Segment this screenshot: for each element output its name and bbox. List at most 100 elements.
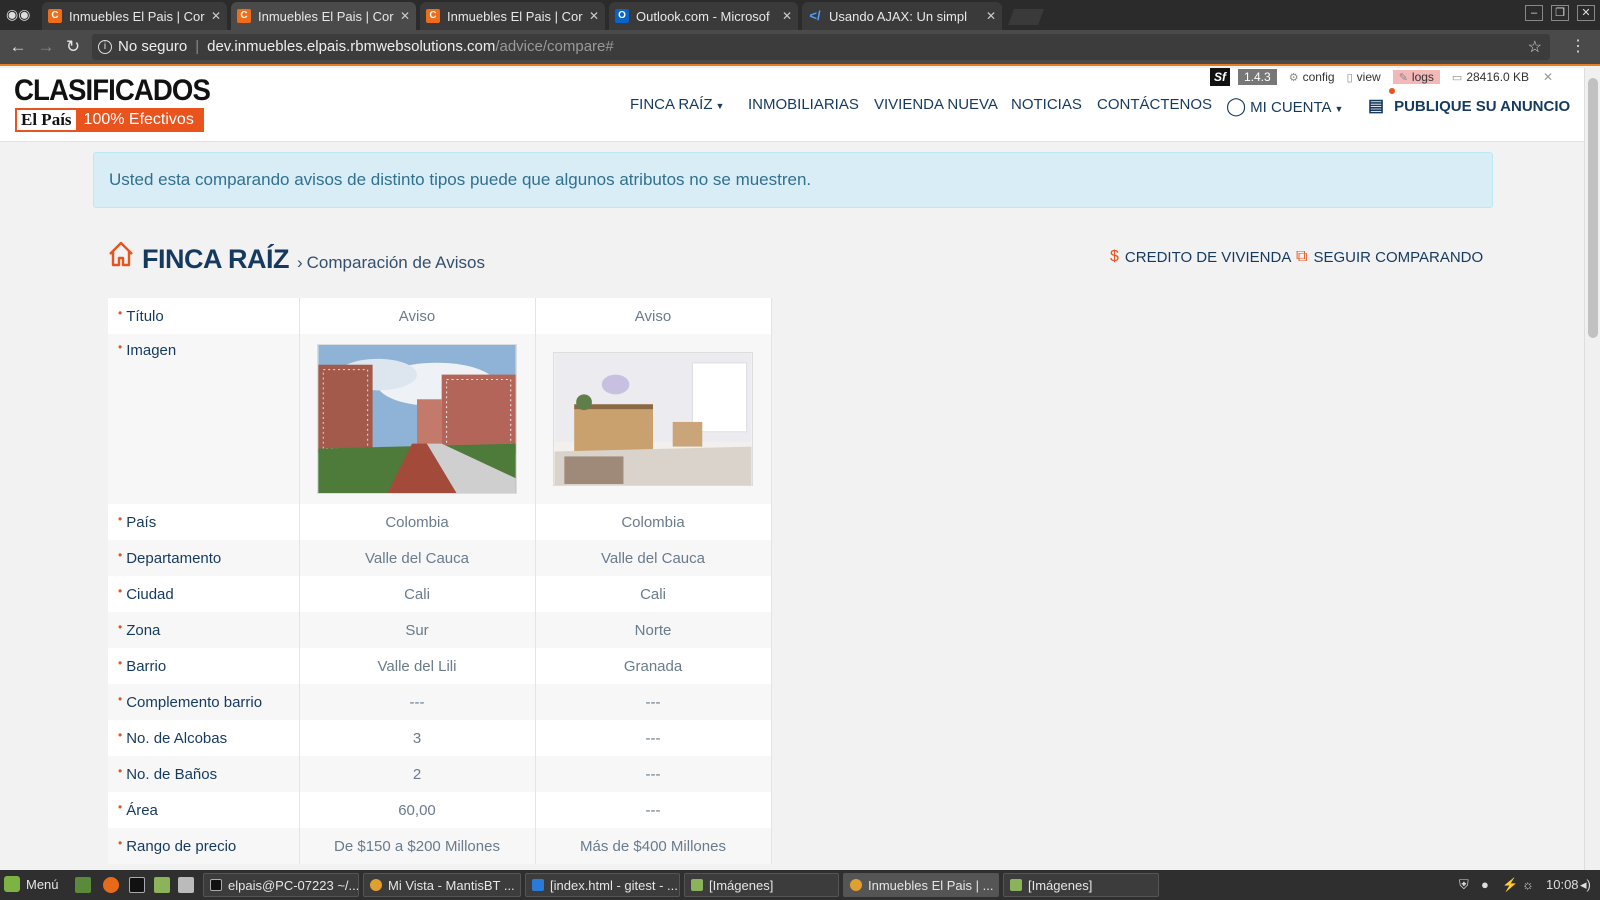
clock[interactable]: 10:08 (1546, 877, 1579, 892)
dollar-icon: $ (1110, 248, 1119, 265)
restore-window-icon[interactable]: ❐ (1551, 5, 1569, 21)
start-menu-button[interactable]: Menú (4, 876, 59, 892)
page-title[interactable]: FINCA RAÍZ (142, 244, 289, 275)
table-row: • País Colombia Colombia (108, 504, 772, 540)
close-tab-icon[interactable]: ✕ (986, 9, 996, 23)
site-logo[interactable]: CLASIFICADOS (14, 74, 211, 108)
volume-icon[interactable]: ◂) (1580, 877, 1591, 893)
tab-title: Inmuebles El Pais | Cor (447, 8, 583, 24)
bookmark-star-icon[interactable]: ☆ (1528, 37, 1542, 57)
cell-title-2[interactable]: Aviso (535, 298, 772, 334)
show-desktop-icon[interactable] (75, 877, 91, 893)
task-mantis[interactable]: Mi Vista - MantisBT ... (363, 873, 521, 897)
task-label: Inmuebles El Pais | ... (868, 877, 994, 893)
nav-publique-anuncio[interactable]: ▤ PUBLIQUE SU ANUNCIO (1368, 96, 1570, 116)
symfony-logo[interactable]: Sf (1210, 68, 1230, 86)
cell-value: Sur (299, 612, 536, 648)
minimize-window-icon[interactable]: – (1525, 5, 1543, 21)
url-host: dev.inmuebles.elpais.rbmwebsolutions.com (207, 38, 496, 55)
folder-icon[interactable] (154, 877, 170, 893)
table-row: • Área 60,00 --- (108, 792, 772, 828)
sf-view[interactable]: ▯ view (1347, 70, 1381, 84)
browser-menu-icon[interactable]: ⋮ (1570, 36, 1586, 56)
close-tab-icon[interactable]: ✕ (589, 9, 599, 23)
close-tab-icon[interactable]: ✕ (400, 9, 410, 23)
nav-finca-raiz[interactable]: FINCA RAÍZ ▼ (630, 96, 724, 113)
web-page: CLASIFICADOS El País 100% Efectivos FINC… (0, 68, 1584, 870)
task-images-2[interactable]: [Imágenes] (1003, 873, 1159, 897)
symfony-version: 1.4.3 (1238, 69, 1277, 85)
sf-config-label: config (1302, 70, 1335, 84)
browser-tab-4[interactable]: O Outlook.com - Microsof ✕ (609, 2, 798, 30)
forward-arrow-icon[interactable]: → (36, 37, 56, 57)
tab-title: Inmuebles El Pais | Cor (258, 8, 394, 24)
c-favicon-icon: C (48, 9, 62, 23)
os-taskbar: Menú elpais@PC-07223 ~/... Mi Vista - Ma… (0, 870, 1600, 900)
close-tab-icon[interactable]: ✕ (211, 9, 221, 23)
reload-icon[interactable]: ↻ (63, 37, 83, 57)
terminal-icon[interactable] (129, 877, 145, 893)
omnibox-separator: | (195, 38, 200, 55)
close-icon[interactable]: ✕ (1543, 70, 1553, 84)
shield-icon[interactable]: ⛨ (1459, 877, 1469, 893)
close-window-icon[interactable]: ✕ (1577, 5, 1595, 21)
property-photo-buildings[interactable] (317, 344, 517, 494)
page-scrollbar[interactable] (1584, 68, 1600, 870)
row-label: • Imagen (108, 334, 300, 504)
nav-contactenos[interactable]: CONTÁCTENOS (1097, 96, 1212, 113)
camera-icon[interactable] (178, 877, 194, 893)
row-label: • Rango de precio (108, 828, 300, 864)
pencil-icon: ✎ (1398, 71, 1408, 84)
browser-tab-5[interactable]: </ Usando AJAX: Un simpl ✕ (802, 2, 1002, 30)
caret-down-icon: ▼ (1334, 104, 1344, 114)
row-label: • País (108, 504, 300, 540)
sf-logs[interactable]: ✎ logs (1392, 70, 1440, 84)
nav-vivienda-nueva[interactable]: VIVIENDA NUEVA (874, 96, 998, 113)
cell-title-1[interactable]: Aviso (299, 298, 536, 334)
site-logo-tagline[interactable]: El País 100% Efectivos (15, 108, 204, 132)
address-bar[interactable]: i No seguro | dev.inmuebles.elpais.rbmwebso… (92, 34, 1550, 60)
symfony-debug-bar: Sf 1.4.3 ⚙ config ▯ view ✎ logs ▭ 28416.0 KB… (1210, 68, 1553, 86)
row-label: • Complemento barrio (108, 684, 300, 720)
nav-mi-cuenta[interactable]: ◯ MI CUENTA ▼ (1226, 96, 1343, 117)
user-icon[interactable]: ● (1481, 877, 1489, 892)
comparison-table: • Título Aviso Aviso • Imagen • País Col… (108, 298, 772, 864)
task-terminal[interactable]: elpais@PC-07223 ~/... (203, 873, 359, 897)
seguir-comparando-link[interactable]: ⧉ SEGUIR COMPARANDO (1296, 248, 1483, 266)
row-label: • Departamento (108, 540, 300, 576)
chrome-icon (370, 879, 382, 891)
row-label-text: País (126, 513, 157, 531)
browser-tab-3[interactable]: C Inmuebles El Pais | Cor ✕ (420, 2, 605, 30)
caret-down-icon: ▼ (715, 101, 725, 111)
credito-vivienda-link[interactable]: $ CREDITO DE VIVIENDA (1110, 248, 1291, 266)
nav-publique-label: PUBLIQUE SU ANUNCIO (1394, 98, 1571, 115)
close-tab-icon[interactable]: ✕ (782, 9, 792, 23)
sf-config[interactable]: ⚙ config (1289, 70, 1335, 84)
brightness-icon[interactable]: ☼ (1522, 877, 1534, 892)
row-label-text: Ciudad (126, 585, 174, 603)
new-tab-button[interactable] (1008, 9, 1044, 25)
table-row: • Departamento Valle del Cauca Valle del … (108, 540, 772, 576)
network-icon[interactable]: ⚡ (1502, 877, 1518, 893)
nav-finca-raiz-label: FINCA RAÍZ (630, 96, 713, 113)
task-images-1[interactable]: [Imágenes] (684, 873, 839, 897)
task-vscode[interactable]: [index.html - gitest - ... (525, 873, 680, 897)
sf-memory[interactable]: ▭ 28416.0 KB (1452, 70, 1529, 84)
browser-tab-2[interactable]: C Inmuebles El Pais | Cor ✕ (231, 2, 416, 30)
row-label: • Área (108, 792, 300, 828)
scrollbar-thumb[interactable] (1588, 78, 1598, 338)
security-label: No seguro (118, 38, 188, 55)
task-inmuebles[interactable]: Inmuebles El Pais | ... (843, 873, 999, 897)
c-favicon-icon: C (237, 9, 251, 23)
browser-tab-1[interactable]: C Inmuebles El Pais | Cor ✕ (42, 2, 227, 30)
nav-inmobiliarias[interactable]: INMOBILIARIAS (748, 96, 859, 113)
back-arrow-icon[interactable]: ← (8, 37, 28, 57)
info-icon[interactable]: i (98, 40, 112, 55)
row-label: • Ciudad (108, 576, 300, 612)
property-photo-interior[interactable] (553, 352, 753, 486)
table-row: • Ciudad Cali Cali (108, 576, 772, 612)
firefox-icon[interactable] (103, 877, 119, 893)
outlook-icon: O (615, 9, 629, 23)
row-label-text: Departamento (126, 549, 222, 567)
nav-noticias[interactable]: NOTICIAS (1011, 96, 1082, 113)
